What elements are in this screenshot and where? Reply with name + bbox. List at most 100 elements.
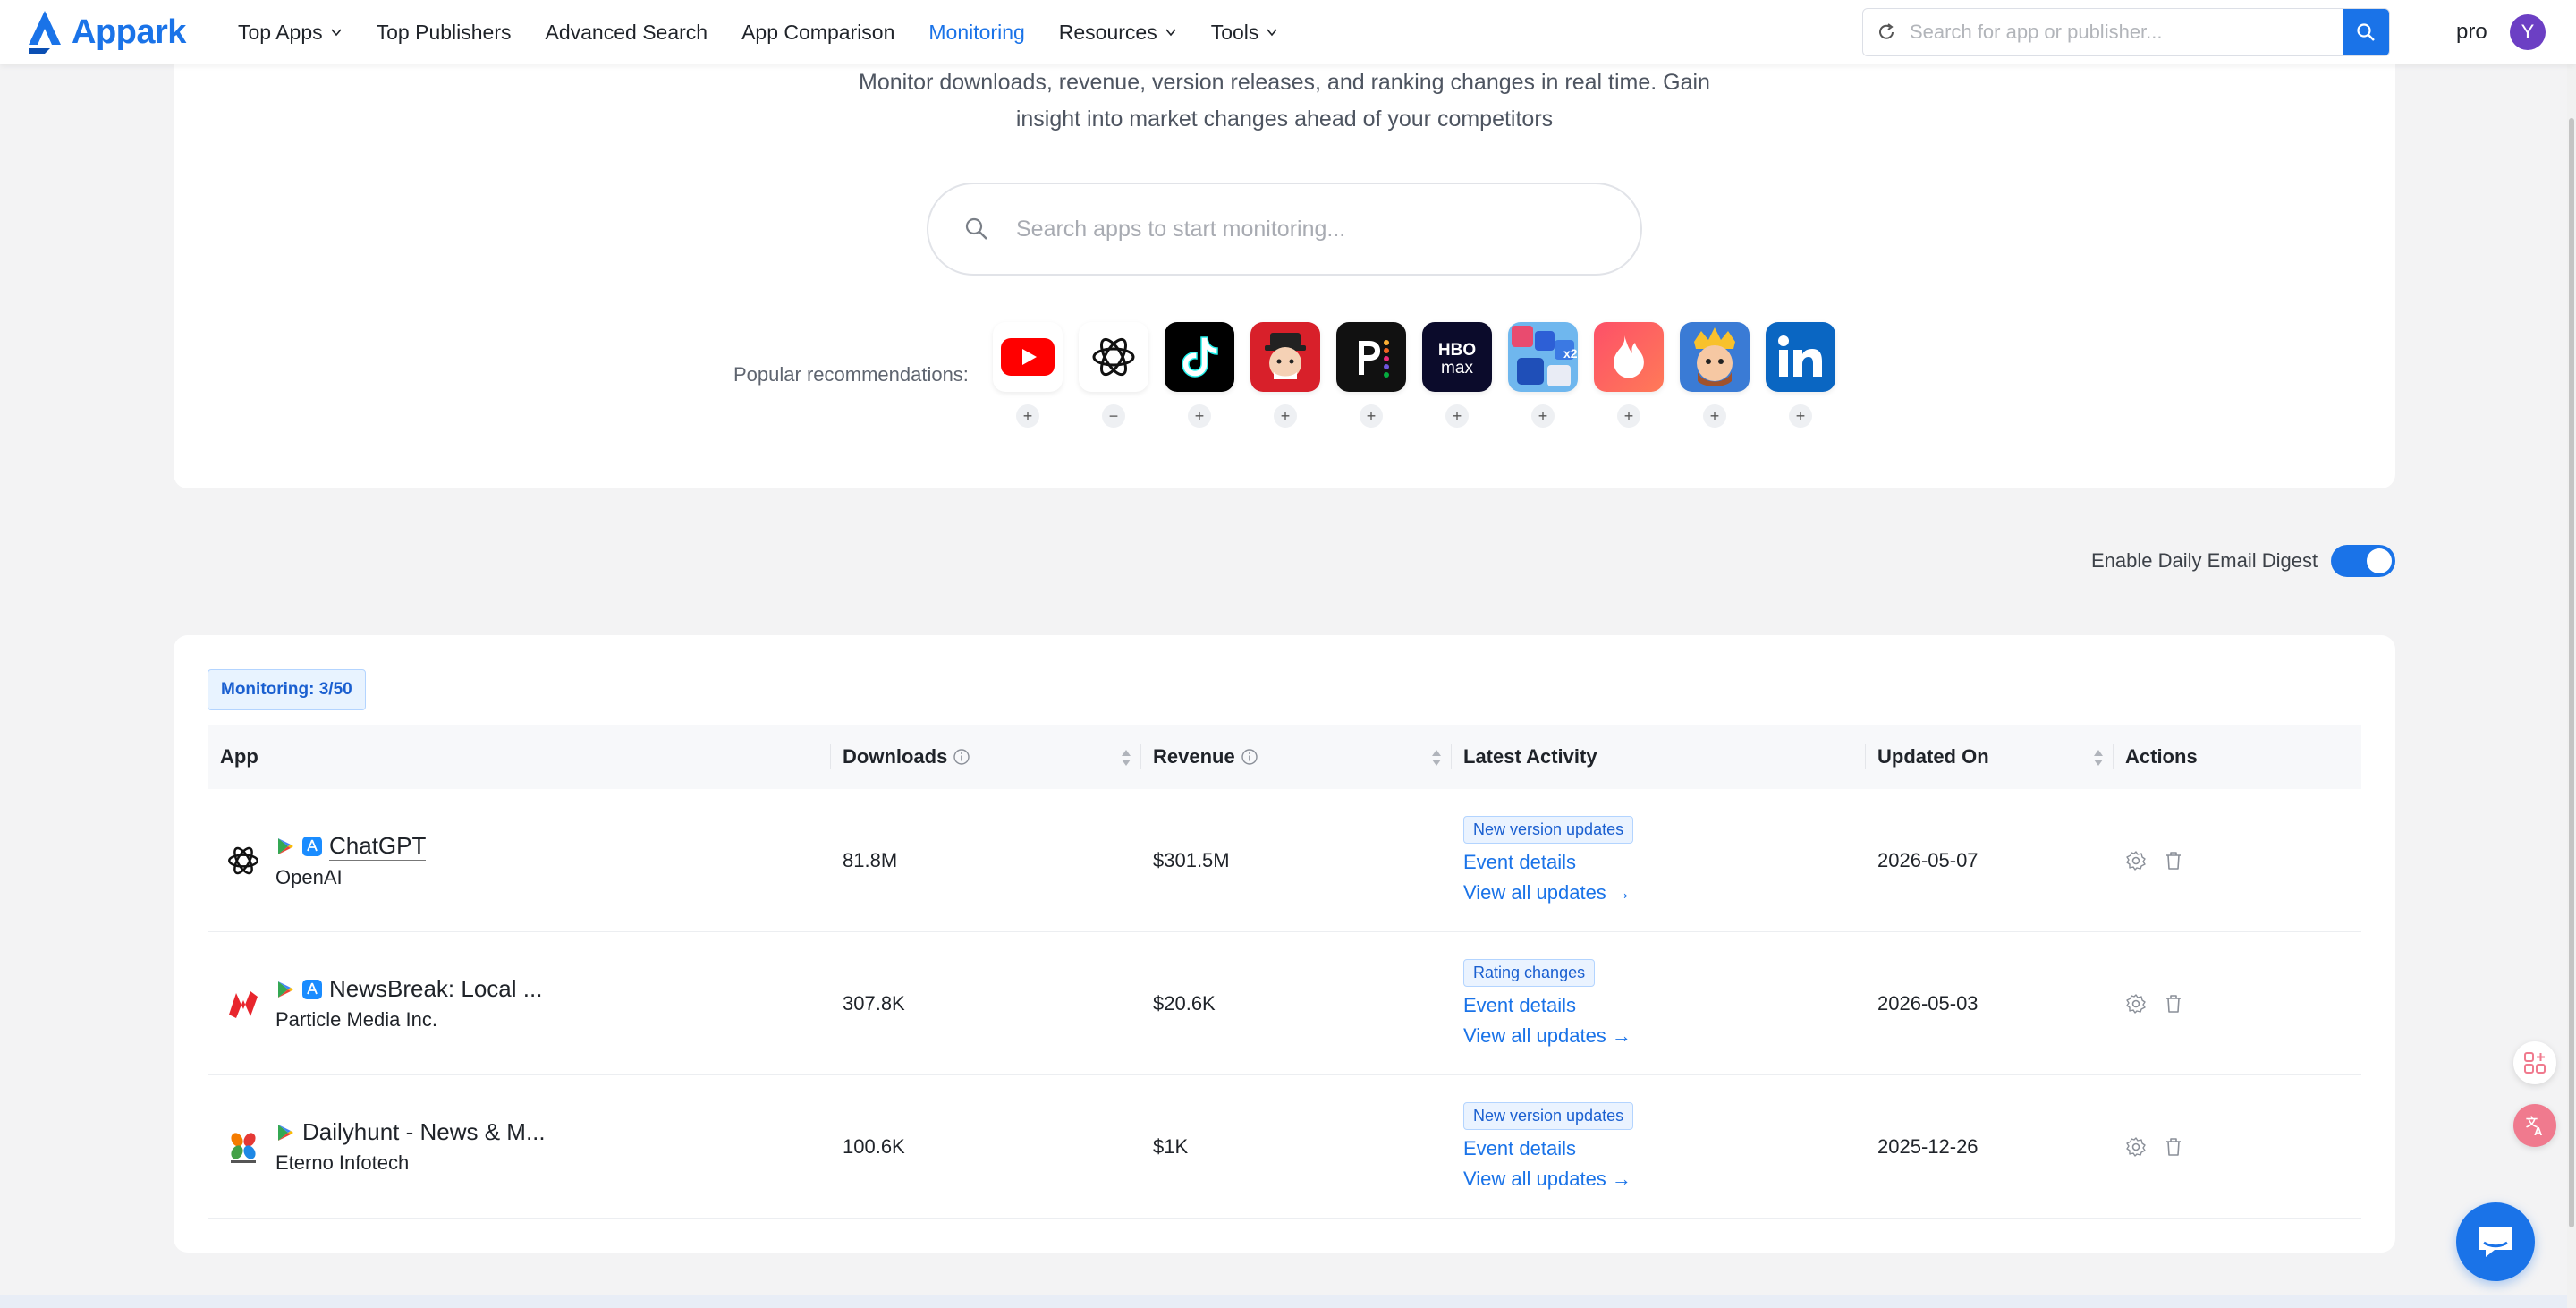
column-downloads[interactable]: Downloads xyxy=(830,725,1140,789)
rec-add-button[interactable]: + xyxy=(1531,404,1555,428)
nav-top-apps[interactable]: Top Apps xyxy=(238,21,343,45)
info-icon[interactable] xyxy=(1241,748,1258,766)
nav-top-publishers[interactable]: Top Publishers xyxy=(377,21,512,45)
app-publisher: Particle Media Inc. xyxy=(275,1008,437,1031)
column-updated-label: Updated On xyxy=(1877,745,1989,768)
trash-icon[interactable] xyxy=(2163,993,2184,1015)
chatgpt-icon[interactable] xyxy=(1079,322,1148,392)
avatar[interactable]: Y xyxy=(2510,14,2546,50)
sort-icon[interactable] xyxy=(1121,748,1131,768)
rec-add-button[interactable]: + xyxy=(1016,404,1039,428)
peacock-icon[interactable] xyxy=(1336,322,1406,392)
top-navigation-bar: Appark Top Apps Top Publishers Advanced … xyxy=(0,0,2576,64)
column-app: App xyxy=(208,725,830,789)
plan-label[interactable]: pro xyxy=(2456,20,2487,45)
rec-item-monopoly-go: + xyxy=(1250,322,1320,428)
monitor-search-input[interactable] xyxy=(1016,216,1640,242)
rec-item-linkedin: + xyxy=(1766,322,1835,428)
svg-text:max: max xyxy=(1441,359,1473,378)
page-scrollbar[interactable] xyxy=(2567,64,2576,1308)
updated-date: 2025-12-26 xyxy=(1877,1134,1979,1158)
tiktok-icon[interactable] xyxy=(1165,322,1234,392)
rec-add-button[interactable]: + xyxy=(1789,404,1812,428)
actions-cell xyxy=(2113,789,2361,932)
event-details-link[interactable]: Event details xyxy=(1463,851,1633,874)
chatgpt-logo-icon xyxy=(224,841,263,880)
hbo-max-icon[interactable]: HBO max xyxy=(1422,322,1492,392)
nav-top-publishers-label: Top Publishers xyxy=(376,20,512,44)
scrollbar-thumb[interactable] xyxy=(2569,118,2574,1227)
popular-recommendations-list: + − + + + HBO max + x2 + + + + xyxy=(993,322,1835,428)
rec-add-button[interactable]: + xyxy=(1360,404,1383,428)
royal-match-icon[interactable] xyxy=(1680,322,1750,392)
table-header: App Downloads Revenue Latest Activity Up… xyxy=(208,725,2361,789)
view-all-updates-link[interactable]: View all updates → xyxy=(1463,1024,1631,1048)
rec-add-button[interactable]: + xyxy=(1617,404,1640,428)
header-search-input[interactable] xyxy=(1910,21,2343,44)
monitoring-count-badge: Monitoring: 3/50 xyxy=(208,669,366,710)
header-search-button[interactable] xyxy=(2343,9,2389,55)
search-icon xyxy=(2357,23,2375,41)
email-digest-toggle[interactable] xyxy=(2331,545,2395,577)
column-revenue[interactable]: Revenue xyxy=(1140,725,1451,789)
gear-icon[interactable] xyxy=(2125,850,2147,871)
column-revenue-label: Revenue xyxy=(1153,745,1235,768)
app-name[interactable]: Dailyhunt - News & M... xyxy=(302,1118,546,1146)
column-updated-on[interactable]: Updated On xyxy=(1865,725,2113,789)
app-store-icon xyxy=(302,979,322,999)
rec-item-royal-match: + xyxy=(1680,322,1750,428)
view-all-updates-link[interactable]: View all updates → xyxy=(1463,1168,1633,1191)
rec-item-youtube: + xyxy=(993,322,1063,428)
trash-icon[interactable] xyxy=(2163,850,2184,871)
app-name[interactable]: ChatGPT xyxy=(329,832,427,861)
nav-app-comparison[interactable]: App Comparison xyxy=(741,21,894,45)
rec-add-button[interactable]: + xyxy=(1445,404,1469,428)
linkedin-icon[interactable] xyxy=(1766,322,1835,392)
apps-grid-float-button[interactable] xyxy=(2513,1041,2556,1084)
rec-add-button[interactable]: + xyxy=(1188,404,1211,428)
rec-add-button[interactable]: + xyxy=(1274,404,1297,428)
updated-date: 2026-05-03 xyxy=(1877,991,1979,1015)
table-row: NewsBreak: Local ... Particle Media Inc.… xyxy=(208,932,2361,1075)
nav-tools[interactable]: Tools xyxy=(1211,21,1279,45)
actions-cell xyxy=(2113,1075,2361,1219)
sort-icon[interactable] xyxy=(2093,748,2104,768)
info-icon[interactable] xyxy=(953,748,970,766)
monitor-search-box xyxy=(927,183,1642,276)
trash-icon[interactable] xyxy=(2163,1136,2184,1158)
monopoly-go-icon[interactable] xyxy=(1250,322,1320,392)
sort-icon[interactable] xyxy=(1431,748,1442,768)
google-play-icon xyxy=(275,837,295,856)
rec-add-button[interactable]: + xyxy=(1703,404,1726,428)
event-details-link[interactable]: Event details xyxy=(1463,1137,1633,1160)
downloads-value: 81.8M xyxy=(843,848,898,871)
nav-tools-label: Tools xyxy=(1210,20,1259,44)
chevron-down-icon xyxy=(331,29,342,37)
main-nav: Top Apps Top Publishers Advanced Search … xyxy=(238,0,1312,64)
translate-float-button[interactable]: 文A xyxy=(2513,1104,2556,1147)
activity-tag: New version updates xyxy=(1463,816,1634,844)
view-all-updates-link[interactable]: View all updates → xyxy=(1463,881,1633,905)
rec-remove-button[interactable]: − xyxy=(1102,404,1125,428)
app-store-icon xyxy=(302,836,322,856)
column-downloads-label: Downloads xyxy=(843,745,948,768)
chat-support-button[interactable] xyxy=(2456,1202,2535,1281)
event-details-link[interactable]: Event details xyxy=(1463,994,1631,1017)
appark-logo[interactable]: Appark xyxy=(25,9,186,55)
nav-resources[interactable]: Resources xyxy=(1059,21,1177,45)
activity-cell: New version updates Event details View a… xyxy=(1451,789,1865,932)
monitoring-table: App Downloads Revenue Latest Activity Up… xyxy=(208,725,2361,1219)
nav-monitoring-label: Monitoring xyxy=(928,20,1025,44)
puzzle-game-icon[interactable]: x2 xyxy=(1508,322,1578,392)
nav-monitoring[interactable]: Monitoring xyxy=(928,21,1024,45)
refresh-icon[interactable] xyxy=(1863,22,1910,42)
nav-advanced-search[interactable]: Advanced Search xyxy=(546,21,708,45)
gear-icon[interactable] xyxy=(2125,1136,2147,1158)
gear-icon[interactable] xyxy=(2125,993,2147,1015)
youtube-icon[interactable] xyxy=(993,322,1063,392)
footer-strip xyxy=(0,1295,2567,1308)
tinder-icon[interactable] xyxy=(1594,322,1664,392)
column-latest-activity: Latest Activity xyxy=(1451,725,1865,789)
app-name[interactable]: NewsBreak: Local ... xyxy=(329,975,542,1003)
monitoring-hero-card: Monitor downloads, revenue, version rele… xyxy=(174,27,2395,488)
